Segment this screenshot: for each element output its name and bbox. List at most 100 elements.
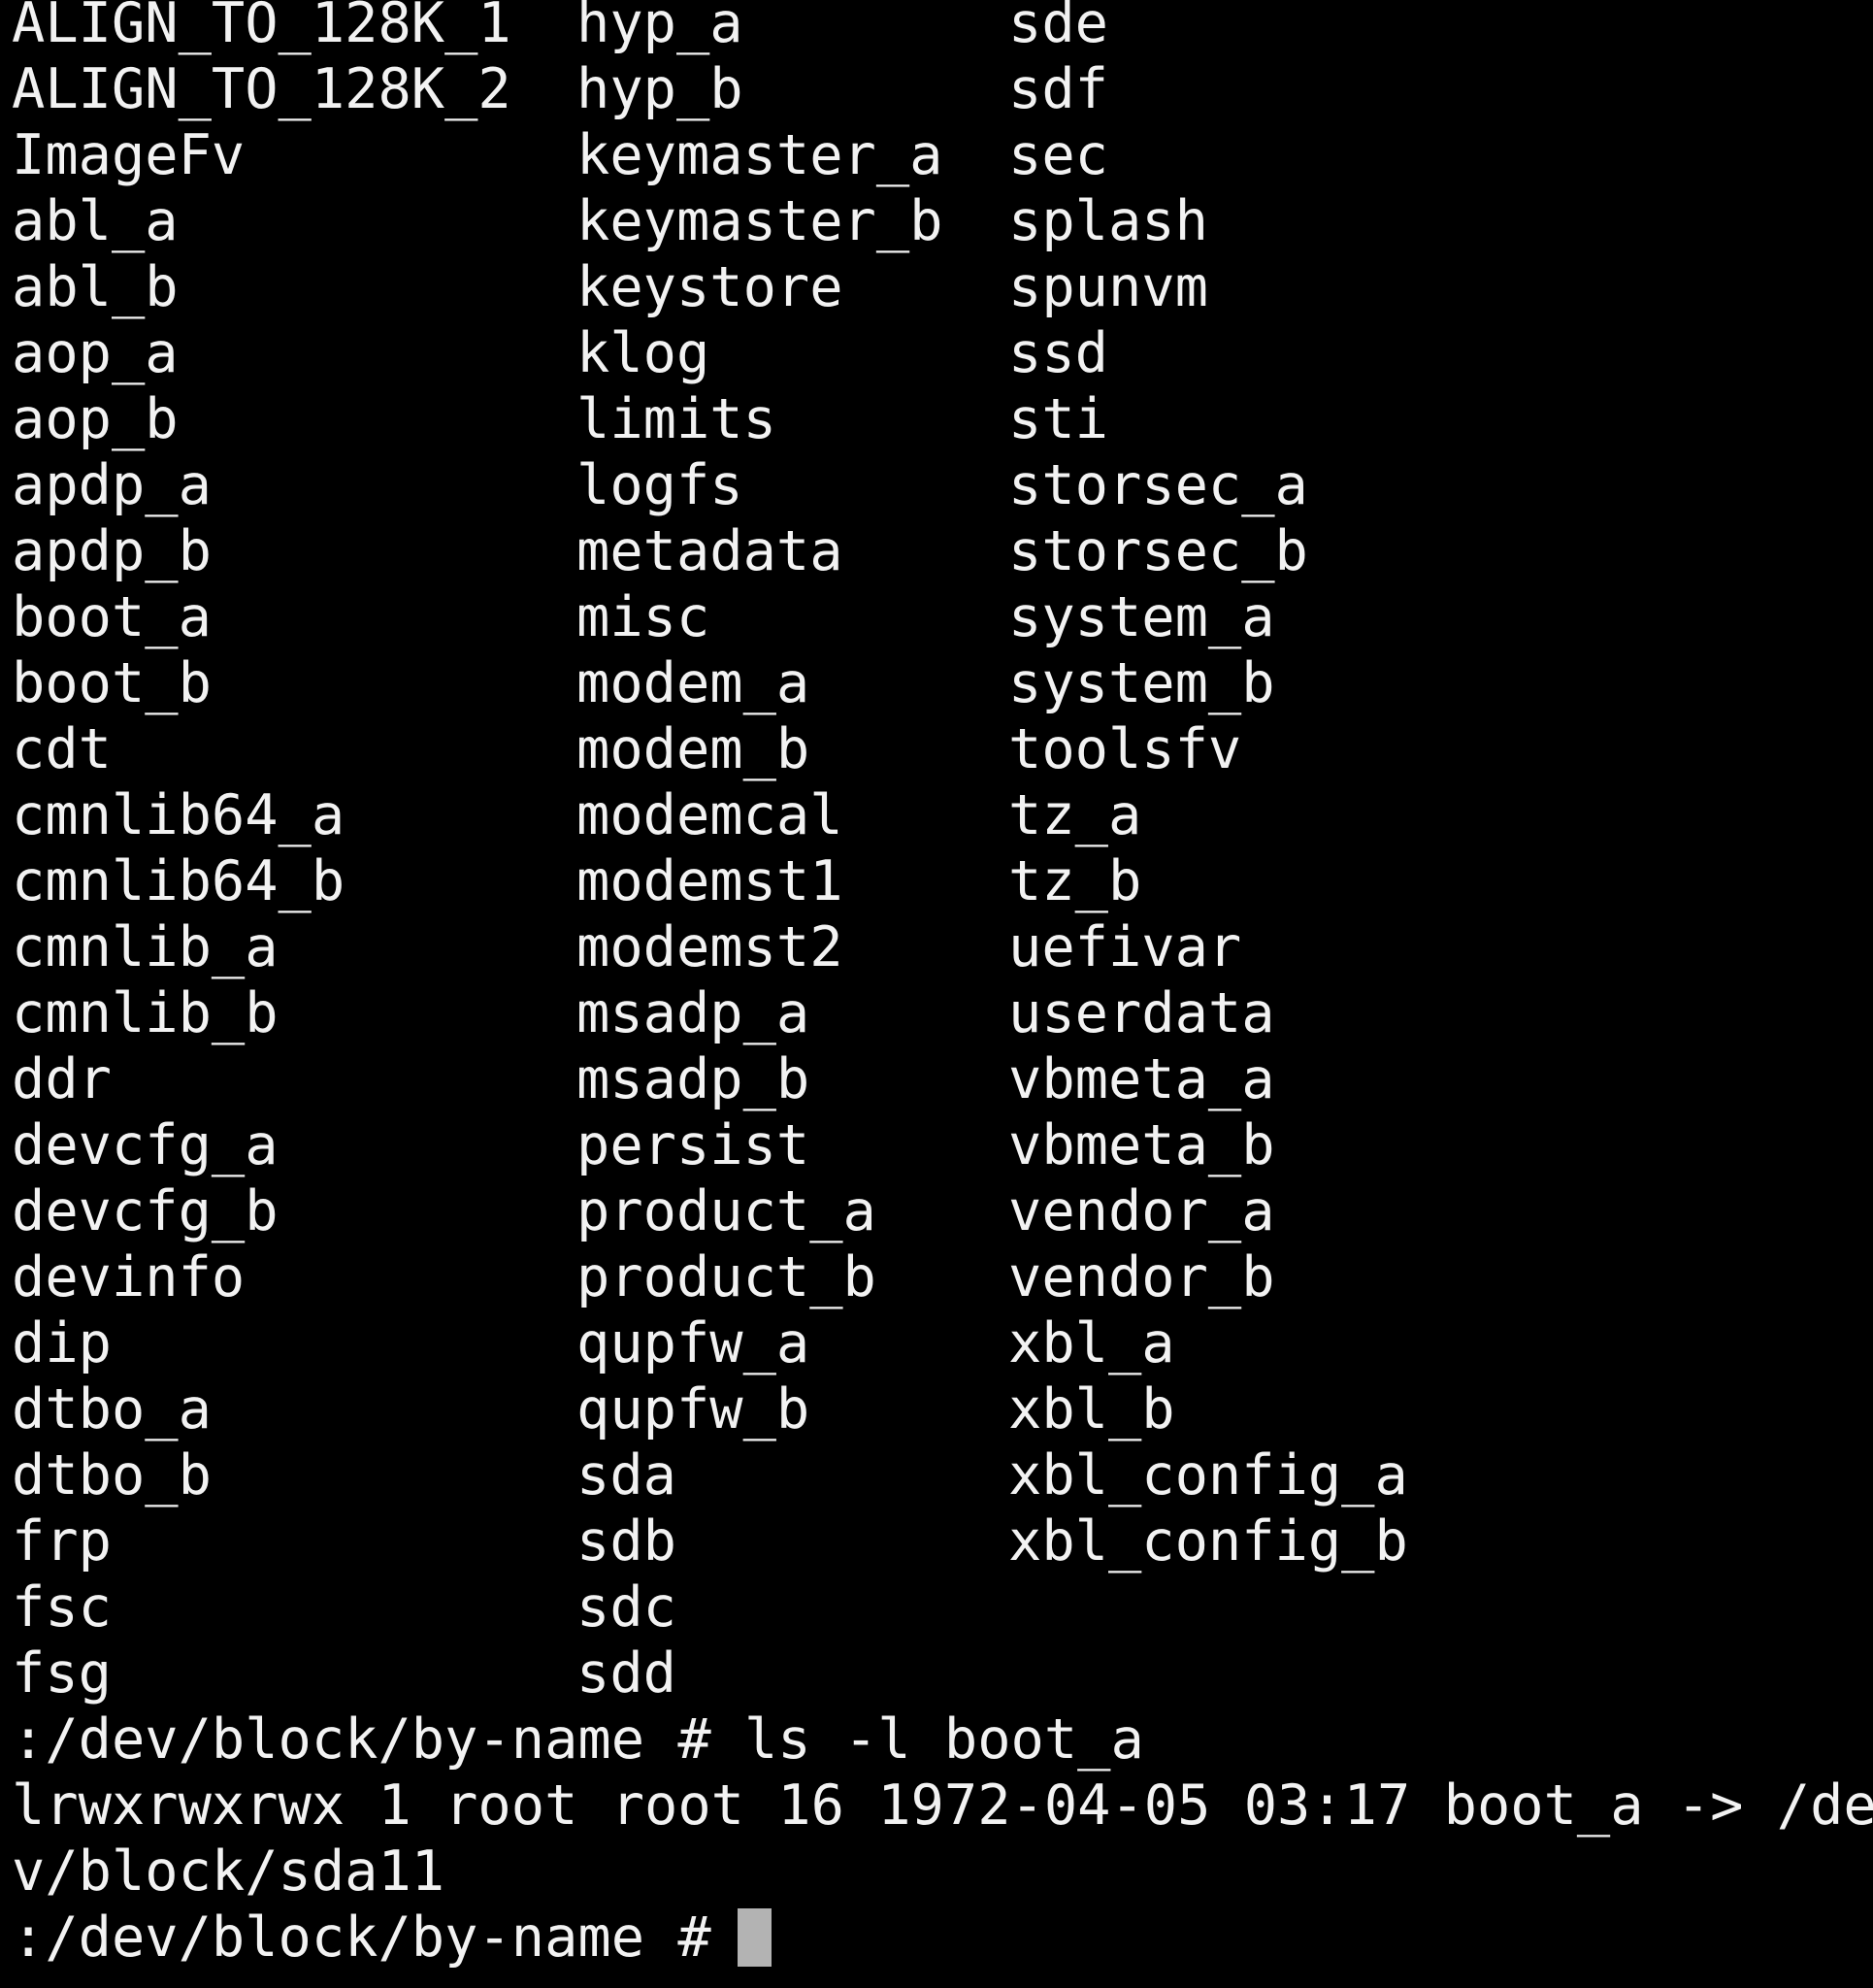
table-row: abl_a keymaster_b splash xyxy=(0,188,1873,254)
partition-name: devinfo xyxy=(12,1245,246,1309)
prompt-text: :/dev/block/by-name # xyxy=(12,1905,744,1970)
partition-name: splash xyxy=(1008,189,1208,253)
partition-name: ddr xyxy=(12,1047,112,1111)
partition-name: modem_a xyxy=(576,651,810,715)
partition-name: cmnlib64_b xyxy=(12,849,345,913)
partition-name: fsc xyxy=(12,1575,112,1640)
partition-name: dip xyxy=(12,1311,112,1375)
partition-name: tz_b xyxy=(1008,849,1142,913)
partition-name: spunvm xyxy=(1008,255,1208,319)
partition-name: vbmeta_b xyxy=(1008,1113,1275,1177)
partition-name: dtbo_a xyxy=(12,1377,212,1441)
table-row: cmnlib_b msadp_a userdata xyxy=(0,980,1873,1046)
partition-name: vendor_a xyxy=(1008,1179,1275,1243)
command-output-line-1: lrwxrwxrwx 1 root root 16 1972-04-05 03:… xyxy=(12,1773,1873,1838)
partition-name: boot_b xyxy=(12,651,212,715)
table-row: ALIGN_TO_128K_1 hyp_a sde xyxy=(0,0,1873,56)
partition-name: abl_b xyxy=(12,255,179,319)
partition-name: qupfw_a xyxy=(576,1311,810,1375)
partition-name: modemcal xyxy=(576,783,843,847)
partition-name: ALIGN_TO_128K_2 xyxy=(12,57,511,121)
partition-name: aop_b xyxy=(12,387,179,451)
partition-name: xbl_a xyxy=(1008,1311,1175,1375)
table-row: fsc sdc xyxy=(0,1574,1873,1640)
partition-name: tz_a xyxy=(1008,783,1142,847)
partition-name: aop_a xyxy=(12,321,179,385)
partition-name: vendor_b xyxy=(1008,1245,1275,1309)
partition-name: sde xyxy=(1008,0,1108,55)
partition-name: abl_a xyxy=(12,189,179,253)
table-row: cdt modem_b toolsfv xyxy=(0,716,1873,782)
partition-name: sdd xyxy=(576,1641,676,1706)
partition-name: persist xyxy=(576,1113,810,1177)
partition-name: sdc xyxy=(576,1575,676,1640)
terminal-scrollback: ALIGN_TO_128K_1 hyp_a sde ALIGN_TO_128K_… xyxy=(0,0,1873,1971)
prompt-command-line: :/dev/block/by-name # ls -l boot_a xyxy=(12,1707,1144,1772)
partition-name: metadata xyxy=(576,519,843,583)
table-row: frp sdb xbl_config_b xyxy=(0,1508,1873,1574)
table-row: cmnlib64_a modemcal tz_a xyxy=(0,782,1873,848)
partition-name: limits xyxy=(576,387,776,451)
partition-name: uefivar xyxy=(1008,915,1242,979)
partition-name: cmnlib64_a xyxy=(12,783,345,847)
partition-name: xbl_config_b xyxy=(1008,1509,1408,1574)
partition-name: frp xyxy=(12,1509,112,1574)
table-row: cmnlib64_b modemst1 tz_b xyxy=(0,848,1873,914)
table-row: cmnlib_a modemst2 uefivar xyxy=(0,914,1873,980)
terminal-window[interactable]: ALIGN_TO_128K_1 hyp_a sde ALIGN_TO_128K_… xyxy=(0,0,1873,1988)
partition-name: cmnlib_a xyxy=(12,915,279,979)
table-row: dtbo_a qupfw_b xbl_b xyxy=(0,1376,1873,1442)
partition-name: cdt xyxy=(12,717,112,781)
table-row: ALIGN_TO_128K_2 hyp_b sdf xyxy=(0,56,1873,122)
partition-name: modem_b xyxy=(576,717,810,781)
partition-name: devcfg_a xyxy=(12,1113,279,1177)
partition-name: sdf xyxy=(1008,57,1108,121)
partition-name: keystore xyxy=(576,255,843,319)
partition-name: vbmeta_a xyxy=(1008,1047,1275,1111)
partition-name: sdb xyxy=(576,1509,676,1574)
command-output-line-2: v/block/sda11 xyxy=(12,1839,445,1904)
partition-name: qupfw_b xyxy=(576,1377,810,1441)
partition-name: product_a xyxy=(576,1179,876,1243)
table-row: devinfo product_b vendor_b xyxy=(0,1244,1873,1310)
partition-name: toolsfv xyxy=(1008,717,1242,781)
partition-name: logfs xyxy=(576,453,743,517)
partition-name: system_a xyxy=(1008,585,1275,649)
table-row: ImageFv keymaster_a sec xyxy=(0,122,1873,188)
table-row: apdp_a logfs storsec_a xyxy=(0,452,1873,518)
partition-name: modemst2 xyxy=(576,915,843,979)
table-row: dtbo_b sda xbl_config_a xyxy=(0,1442,1873,1508)
table-row: aop_a klog ssd xyxy=(0,320,1873,386)
partition-name: misc xyxy=(576,585,710,649)
partition-name: hyp_a xyxy=(576,0,743,55)
partition-name: boot_a xyxy=(12,585,212,649)
partition-name: xbl_b xyxy=(1008,1377,1175,1441)
partition-name: apdp_b xyxy=(12,519,212,583)
block-cursor-icon xyxy=(738,1908,772,1967)
partition-name: product_b xyxy=(576,1245,876,1309)
table-row: boot_a misc system_a xyxy=(0,584,1873,650)
partition-name: sda xyxy=(576,1443,676,1508)
table-row: ddr msadp_b vbmeta_a xyxy=(0,1046,1873,1112)
partition-name: sec xyxy=(1008,123,1108,187)
table-row: fsg sdd xyxy=(0,1640,1873,1706)
table-row: devcfg_b product_a vendor_a xyxy=(0,1178,1873,1244)
table-row: boot_b modem_a system_b xyxy=(0,650,1873,716)
partition-name: storsec_b xyxy=(1008,519,1308,583)
partition-name: storsec_a xyxy=(1008,453,1308,517)
active-prompt-line[interactable]: :/dev/block/by-name # xyxy=(0,1905,1873,1971)
partition-name: sti xyxy=(1008,387,1108,451)
partition-name: ssd xyxy=(1008,321,1108,385)
partition-name: ALIGN_TO_128K_1 xyxy=(12,0,511,55)
partition-name: cmnlib_b xyxy=(12,981,279,1045)
table-row: dip qupfw_a xbl_a xyxy=(0,1310,1873,1376)
partition-name: system_b xyxy=(1008,651,1275,715)
partition-name: userdata xyxy=(1008,981,1275,1045)
partition-name: msadp_a xyxy=(576,981,810,1045)
partition-name: msadp_b xyxy=(576,1047,810,1111)
partition-name: keymaster_b xyxy=(576,189,943,253)
partition-name: modemst1 xyxy=(576,849,843,913)
partition-name: xbl_config_a xyxy=(1008,1443,1408,1508)
partition-name: ImageFv xyxy=(12,123,246,187)
table-row: abl_b keystore spunvm xyxy=(0,254,1873,320)
